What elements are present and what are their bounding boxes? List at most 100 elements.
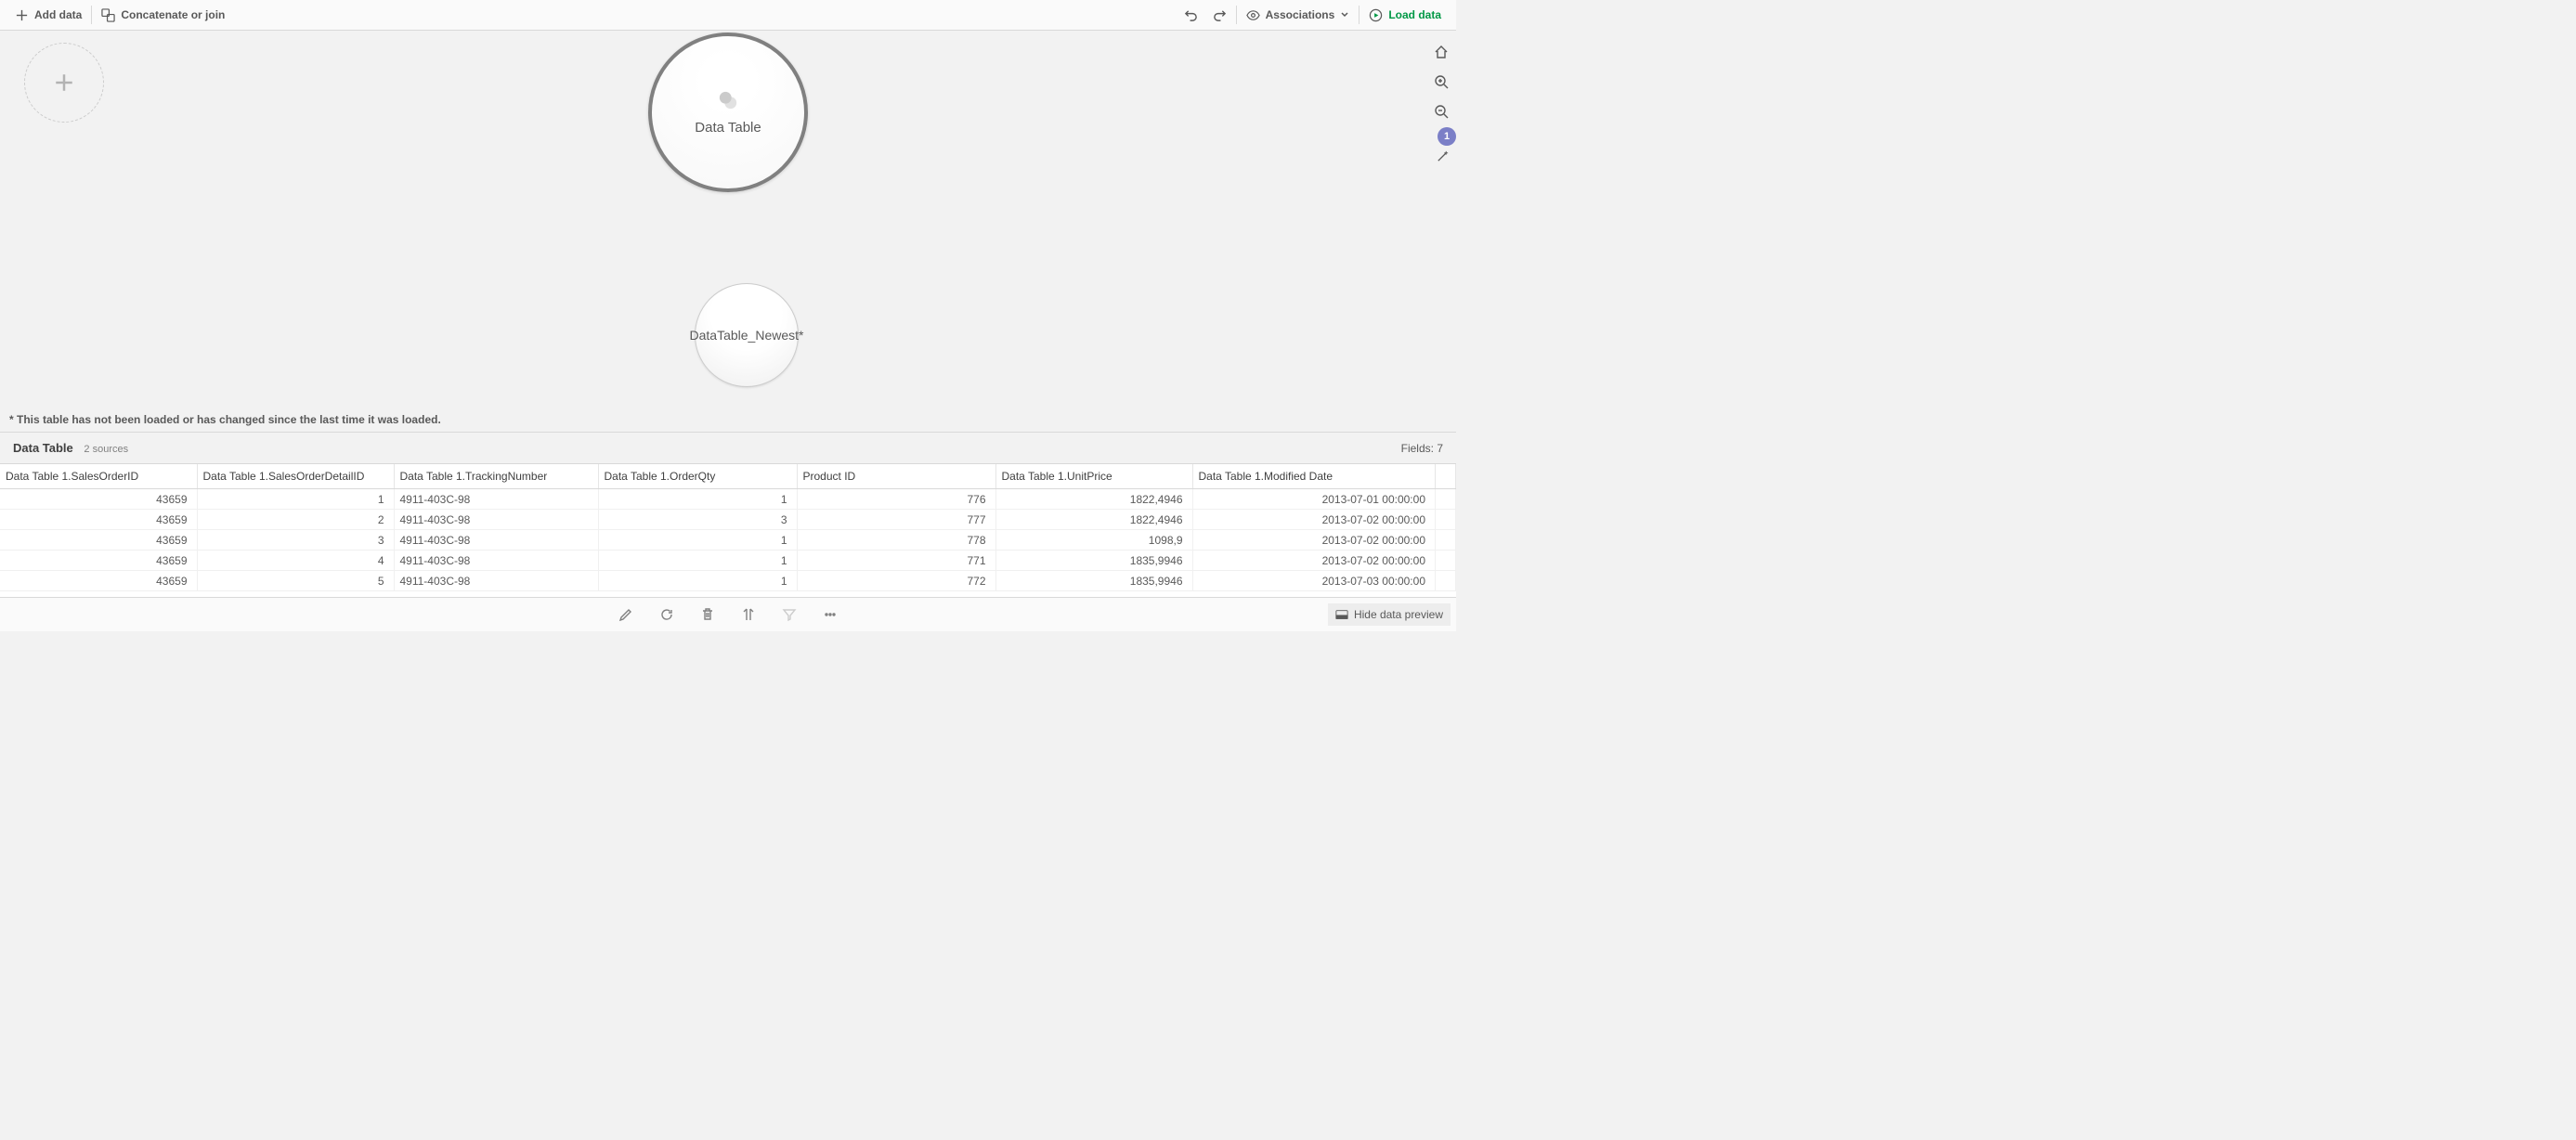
preview-table: Data Table 1.SalesOrderID Data Table 1.S… <box>0 464 1456 591</box>
table-cell: 1 <box>197 489 394 510</box>
recommendations-badge[interactable]: 1 <box>1438 127 1456 146</box>
table-cell: 776 <box>797 489 995 510</box>
concat-join-label: Concatenate or join <box>121 8 225 21</box>
fields-count: Fields: 7 <box>1401 442 1443 455</box>
table-cell: 2013-07-02 00:00:00 <box>1192 530 1436 551</box>
preview-title: Data Table <box>13 441 73 455</box>
table-cell-spacer <box>1436 489 1456 510</box>
table-cell: 43659 <box>0 551 197 571</box>
more-button[interactable] <box>820 604 840 625</box>
bubble-label: DataTable_Newest* <box>690 328 804 343</box>
undo-button[interactable] <box>1177 5 1205 26</box>
eye-icon <box>1246 8 1260 22</box>
filter-button[interactable] <box>779 604 800 625</box>
magic-wand-button[interactable] <box>1434 148 1451 164</box>
table-cell: 777 <box>797 510 995 530</box>
table-cell: 2013-07-01 00:00:00 <box>1192 489 1436 510</box>
table-cell: 1835,9946 <box>995 551 1192 571</box>
table-cell: 1 <box>598 571 797 591</box>
preview-header: Data Table 2 sources Fields: 7 <box>0 432 1456 463</box>
canvas-side-tools <box>1430 42 1452 122</box>
table-cell: 772 <box>797 571 995 591</box>
load-data-button[interactable]: Load data <box>1361 5 1449 26</box>
panel-icon <box>1335 609 1348 620</box>
column-header[interactable]: Data Table 1.SalesOrderDetailID <box>197 464 394 489</box>
table-cell: 1 <box>598 551 797 571</box>
redo-icon <box>1213 8 1227 22</box>
toolbar-separator <box>1359 6 1360 24</box>
table-row[interactable]: 4365924911-403C-9837771822,49462013-07-0… <box>0 510 1456 530</box>
column-header-spacer <box>1436 464 1456 489</box>
zoom-out-button[interactable] <box>1430 101 1452 122</box>
column-header[interactable]: Data Table 1.OrderQty <box>598 464 797 489</box>
table-row[interactable]: 4365914911-403C-9817761822,49462013-07-0… <box>0 489 1456 510</box>
associations-label: Associations <box>1266 8 1335 21</box>
table-cell: 4911-403C-98 <box>394 571 598 591</box>
column-header[interactable]: Data Table 1.TrackingNumber <box>394 464 598 489</box>
table-cell: 4911-403C-98 <box>394 489 598 510</box>
zoom-in-button[interactable] <box>1430 71 1452 92</box>
column-header[interactable]: Data Table 1.Modified Date <box>1192 464 1436 489</box>
source-icon <box>718 90 738 110</box>
toolbar-separator <box>91 6 92 24</box>
table-cell: 3 <box>598 510 797 530</box>
table-row[interactable]: 4365934911-403C-9817781098,92013-07-02 0… <box>0 530 1456 551</box>
preview-table-container: Data Table 1.SalesOrderID Data Table 1.S… <box>0 463 1456 598</box>
column-header[interactable]: Data Table 1.SalesOrderID <box>0 464 197 489</box>
table-cell: 4 <box>197 551 394 571</box>
table-cell: 5 <box>197 571 394 591</box>
table-cell: 2013-07-03 00:00:00 <box>1192 571 1436 591</box>
table-header-row: Data Table 1.SalesOrderID Data Table 1.S… <box>0 464 1456 489</box>
table-row[interactable]: 4365954911-403C-9817721835,99462013-07-0… <box>0 571 1456 591</box>
home-button[interactable] <box>1430 42 1452 62</box>
table-cell-spacer <box>1436 530 1456 551</box>
table-cell: 1835,9946 <box>995 571 1192 591</box>
table-cell: 1 <box>598 489 797 510</box>
unpivot-icon <box>741 607 756 622</box>
play-circle-icon <box>1369 8 1383 22</box>
table-bubble-data-table[interactable]: Data Table <box>648 32 808 192</box>
refresh-button[interactable] <box>657 604 677 625</box>
unpivot-button[interactable] <box>738 604 759 625</box>
refresh-icon <box>659 607 674 622</box>
redo-button[interactable] <box>1205 5 1234 26</box>
trash-icon <box>700 607 715 622</box>
concat-join-button[interactable]: Concatenate or join <box>94 5 232 26</box>
table-cell: 4911-403C-98 <box>394 551 598 571</box>
table-cell: 43659 <box>0 530 197 551</box>
hide-preview-button[interactable]: Hide data preview <box>1328 603 1451 626</box>
table-cell: 1 <box>598 530 797 551</box>
load-data-label: Load data <box>1388 8 1441 21</box>
table-cell: 43659 <box>0 489 197 510</box>
toolbar-separator <box>1236 6 1237 24</box>
table-cell: 43659 <box>0 571 197 591</box>
column-header[interactable]: Data Table 1.UnitPrice <box>995 464 1192 489</box>
more-icon <box>823 607 838 622</box>
home-icon <box>1434 45 1449 59</box>
table-cell: 3 <box>197 530 394 551</box>
table-cell: 1098,9 <box>995 530 1192 551</box>
add-data-button[interactable]: Add data <box>7 5 89 26</box>
table-cell: 2013-07-02 00:00:00 <box>1192 551 1436 571</box>
table-cell-spacer <box>1436 571 1456 591</box>
data-model-canvas[interactable]: Data Table DataTable_Newest* * This tabl… <box>0 31 1456 432</box>
associations-button[interactable]: Associations <box>1239 5 1358 26</box>
preview-sources: 2 sources <box>84 444 128 455</box>
table-cell: 1822,4946 <box>995 510 1192 530</box>
chevron-down-icon <box>1340 10 1349 19</box>
edit-button[interactable] <box>616 604 636 625</box>
table-row[interactable]: 4365944911-403C-9817711835,99462013-07-0… <box>0 551 1456 571</box>
undo-icon <box>1184 8 1198 22</box>
column-header[interactable]: Product ID <box>797 464 995 489</box>
zoom-out-icon <box>1434 104 1449 119</box>
table-cell: 771 <box>797 551 995 571</box>
table-bubble-datatable-newest[interactable]: DataTable_Newest* <box>695 283 799 387</box>
add-data-bubble[interactable] <box>24 43 104 123</box>
bottom-actions <box>616 604 840 625</box>
table-cell: 2 <box>197 510 394 530</box>
delete-button[interactable] <box>697 604 718 625</box>
plus-icon <box>55 73 73 92</box>
pencil-icon <box>618 607 633 622</box>
table-cell-spacer <box>1436 551 1456 571</box>
zoom-in-icon <box>1434 74 1449 89</box>
